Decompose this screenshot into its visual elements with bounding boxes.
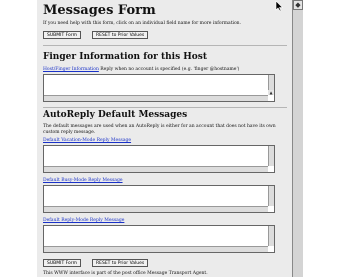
finger-section-heading: Finger Information for this Host: [43, 52, 208, 62]
busy-mode-textarea[interactable]: [43, 185, 275, 213]
textarea-hscrollbar[interactable]: [44, 206, 268, 212]
reset-button-top[interactable]: RESET to Prior Values: [92, 31, 149, 39]
finger-info-link[interactable]: Host/Finger Information: [43, 67, 99, 72]
submit-form-button-top[interactable]: SUBMIT Form: [43, 31, 81, 39]
arrow-cursor-icon: [275, 1, 284, 12]
textarea-vscrollbar[interactable]: [268, 146, 274, 166]
reply-mode-textarea[interactable]: [43, 225, 275, 253]
footer-text: This WWW interface is part of the post o…: [43, 271, 208, 276]
left-margin: [0, 0, 37, 277]
form-page: Messages Form If you need help with this…: [37, 0, 292, 277]
help-text: If you need help with this form, click o…: [43, 21, 241, 26]
divider: [43, 45, 287, 46]
scroll-up-arrow-icon[interactable]: ◆: [293, 0, 303, 10]
textarea-vscrollbar[interactable]: [268, 186, 274, 206]
right-margin: [303, 0, 362, 277]
vacation-mode-textarea[interactable]: [43, 145, 275, 173]
submit-form-button-bottom[interactable]: SUBMIT Form: [43, 259, 81, 267]
textarea-hscrollbar[interactable]: [44, 246, 268, 252]
scroll-up-arrow-icon[interactable]: ▲: [268, 90, 274, 95]
reply-mode-link[interactable]: Default Reply-Mode Reply Message: [43, 218, 124, 224]
autoreply-description: The default messages are used when an Au…: [43, 124, 276, 135]
autoreply-section-heading: AutoReply Default Messages: [43, 110, 188, 120]
textarea-hscrollbar[interactable]: [44, 166, 268, 172]
vacation-mode-link[interactable]: Default Vacation-Mode Reply Message: [43, 138, 131, 144]
divider: [43, 107, 287, 108]
finger-field-row: Host/Finger Information Reply when no ac…: [43, 67, 239, 73]
reset-button-bottom[interactable]: RESET to Prior Values: [92, 259, 149, 267]
textarea-hscrollbar[interactable]: [44, 95, 268, 101]
finger-info-textarea[interactable]: ▲: [43, 74, 275, 102]
textarea-vscrollbar[interactable]: [268, 226, 274, 246]
finger-field-note: Reply when no account is specified (e.g.…: [100, 67, 240, 72]
busy-mode-link[interactable]: Default Busy-Mode Reply Message: [43, 178, 123, 184]
page-title: Messages Form: [43, 3, 156, 18]
